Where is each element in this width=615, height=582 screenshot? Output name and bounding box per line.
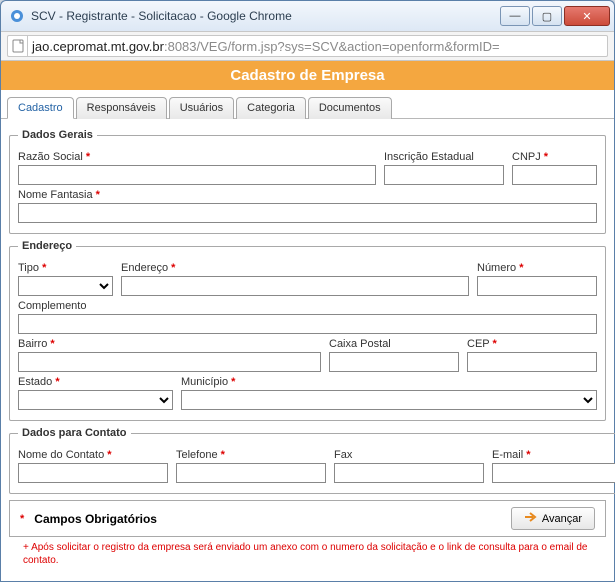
input-cep[interactable] — [467, 352, 597, 372]
legend-dados-gerais: Dados Gerais — [18, 129, 97, 141]
required-icon: * — [492, 338, 496, 350]
input-caixa-postal[interactable] — [329, 352, 459, 372]
input-endereco[interactable] — [121, 276, 469, 296]
fieldset-endereco: Endereço Tipo * Endereço * Número * — [9, 240, 606, 421]
tab-cadastro[interactable]: Cadastro — [7, 97, 74, 119]
required-icon: * — [221, 449, 225, 461]
label-estado: Estado * — [18, 376, 173, 388]
tab-categoria[interactable]: Categoria — [236, 97, 306, 119]
required-icon: * — [107, 449, 111, 461]
required-icon: * — [96, 189, 100, 201]
input-complemento[interactable] — [18, 314, 597, 334]
label-razao-social: Razão Social * — [18, 151, 376, 163]
select-municipio[interactable] — [181, 390, 597, 410]
tab-responsaveis[interactable]: Responsáveis — [76, 97, 167, 119]
label-caixa-postal: Caixa Postal — [329, 338, 459, 350]
required-icon: * — [86, 151, 90, 163]
input-fax[interactable] — [334, 463, 484, 483]
label-endereco: Endereço * — [121, 262, 469, 274]
fieldset-dados-gerais: Dados Gerais Razão Social * Inscrição Es… — [9, 129, 606, 234]
maximize-button[interactable]: ▢ — [532, 6, 562, 26]
footer-note: + Após solicitar o registro da empresa s… — [9, 539, 606, 575]
label-cnpj: CNPJ * — [512, 151, 597, 163]
input-bairro[interactable] — [18, 352, 321, 372]
input-razao-social[interactable] — [18, 165, 376, 185]
tab-usuarios[interactable]: Usuários — [169, 97, 234, 119]
label-tipo: Tipo * — [18, 262, 113, 274]
label-numero: Número * — [477, 262, 597, 274]
page-content: Cadastro de Empresa Cadastro Responsávei… — [1, 61, 614, 581]
fieldset-contato: Dados para Contato Nome do Contato * Tel… — [9, 427, 615, 494]
label-email: E-mail * — [492, 449, 615, 461]
minimize-button[interactable]: — — [500, 6, 530, 26]
footer-bar: * Campos Obrigatórios Avançar — [9, 500, 606, 537]
close-button[interactable]: ✕ — [564, 6, 610, 26]
advance-label: Avançar — [542, 513, 582, 525]
address-bar: jao.cepromat.mt.gov.br:8083/VEG/form.jsp… — [1, 31, 614, 61]
label-telefone: Telefone * — [176, 449, 326, 461]
legend-contato: Dados para Contato — [18, 427, 131, 439]
label-complemento: Complemento — [18, 300, 597, 312]
tabs: Cadastro Responsáveis Usuários Categoria… — [1, 90, 614, 119]
input-numero[interactable] — [477, 276, 597, 296]
window-buttons: — ▢ ✕ — [498, 6, 610, 26]
select-estado[interactable] — [18, 390, 173, 410]
required-icon: * — [20, 513, 24, 525]
select-tipo[interactable] — [18, 276, 113, 296]
label-nome-contato: Nome do Contato * — [18, 449, 168, 461]
label-fax: Fax — [334, 449, 484, 461]
tab-documentos[interactable]: Documentos — [308, 97, 392, 119]
page-banner: Cadastro de Empresa — [1, 61, 614, 90]
chrome-window: SCV - Registrante - Solicitacao - Google… — [0, 0, 615, 582]
input-telefone[interactable] — [176, 463, 326, 483]
required-icon: * — [526, 449, 530, 461]
arrow-right-icon — [524, 511, 538, 526]
page-icon — [7, 35, 27, 57]
required-icon: * — [171, 262, 175, 274]
favicon-icon — [9, 8, 25, 24]
url-rest: :8083/VEG/form.jsp?sys=SCV&action=openfo… — [164, 39, 500, 54]
required-fields-label: Campos Obrigatórios — [34, 512, 501, 526]
window-title: SCV - Registrante - Solicitacao - Google… — [31, 9, 498, 23]
legend-endereco: Endereço — [18, 240, 76, 252]
url-host: jao.cepromat.mt.gov.br — [32, 39, 164, 54]
input-email[interactable] — [492, 463, 615, 483]
input-cnpj[interactable] — [512, 165, 597, 185]
label-nome-fantasia: Nome Fantasia * — [18, 189, 597, 201]
label-inscricao-estadual: Inscrição Estadual — [384, 151, 504, 163]
advance-button[interactable]: Avançar — [511, 507, 595, 530]
input-nome-contato[interactable] — [18, 463, 168, 483]
required-icon: * — [231, 376, 235, 388]
label-bairro: Bairro * — [18, 338, 321, 350]
label-cep: CEP * — [467, 338, 597, 350]
input-inscricao-estadual[interactable] — [384, 165, 504, 185]
required-icon: * — [55, 376, 59, 388]
label-municipio: Município * — [181, 376, 597, 388]
required-icon: * — [519, 262, 523, 274]
required-icon: * — [42, 262, 46, 274]
required-icon: * — [544, 151, 548, 163]
url-field[interactable]: jao.cepromat.mt.gov.br:8083/VEG/form.jsp… — [27, 35, 608, 57]
form-area: Dados Gerais Razão Social * Inscrição Es… — [1, 119, 614, 581]
titlebar: SCV - Registrante - Solicitacao - Google… — [1, 1, 614, 31]
input-nome-fantasia[interactable] — [18, 203, 597, 223]
required-icon: * — [50, 338, 54, 350]
